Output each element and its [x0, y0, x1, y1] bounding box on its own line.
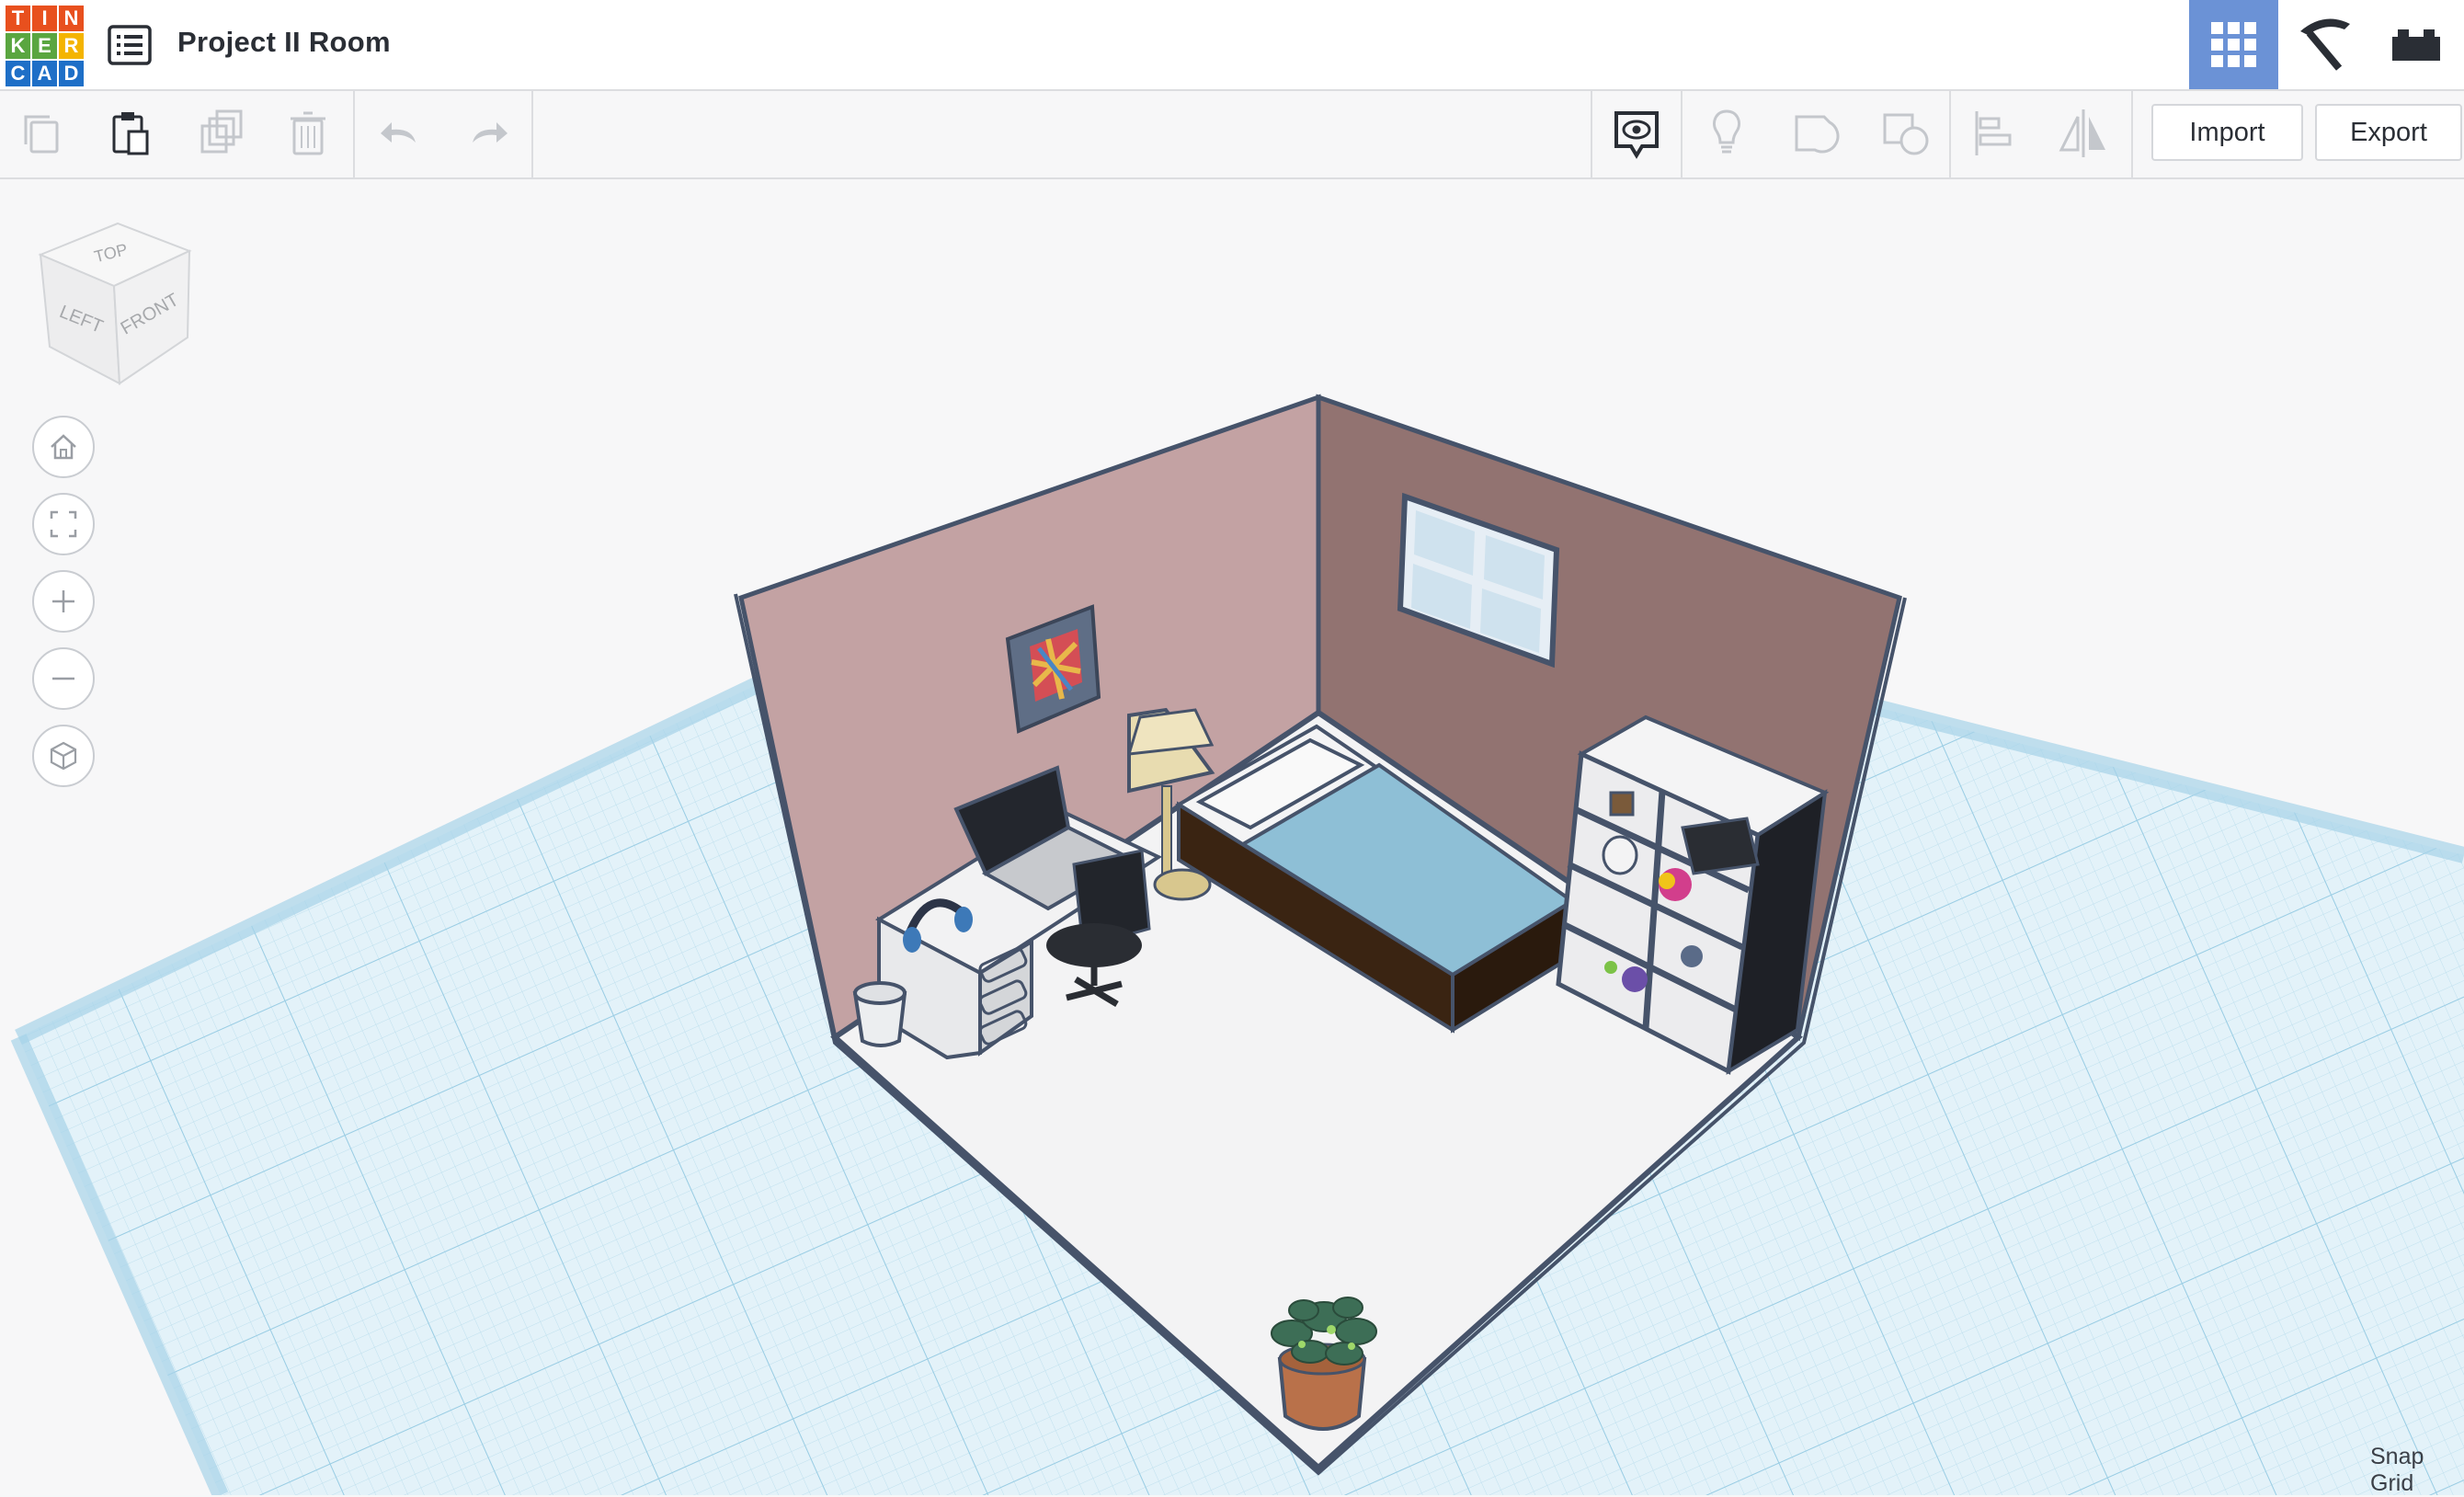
group-icon	[1795, 115, 1840, 154]
perspective-icon	[50, 741, 77, 771]
logo-letter: D	[59, 61, 84, 86]
edit-toolbar: Import Export	[0, 91, 2464, 179]
project-title[interactable]: Project II Room	[177, 26, 391, 59]
undo-button[interactable]	[371, 104, 430, 163]
logo-letter: N	[59, 6, 84, 31]
group-button[interactable]	[1787, 104, 1846, 163]
mirror-button[interactable]	[2054, 104, 2113, 163]
logo-letter: C	[6, 61, 30, 86]
zoom-out-icon	[52, 677, 74, 680]
notes-visibility-button[interactable]	[1607, 104, 1666, 163]
3d-design-grid-icon	[2211, 22, 2256, 67]
copy-button[interactable]	[15, 104, 74, 163]
undo-icon	[381, 122, 416, 143]
toolbar-separator	[2131, 91, 2133, 177]
delete-button[interactable]	[279, 104, 338, 163]
top-header: T I N K E R C A D Project II Room	[0, 0, 2464, 91]
align-icon	[1975, 111, 2012, 155]
tinkercad-logo[interactable]: T I N K E R C A D	[6, 6, 85, 86]
fit-all-icon	[50, 510, 77, 538]
toolbar-separator	[353, 91, 355, 177]
zoom-in-button[interactable]	[32, 570, 95, 633]
workplane-viewport[interactable]	[0, 179, 2464, 1495]
trash-can[interactable]	[852, 981, 907, 1047]
toolbar-separator	[531, 91, 533, 177]
zoom-out-button[interactable]	[32, 647, 95, 710]
copy-icon	[24, 115, 59, 154]
blocks-view-button[interactable]	[2280, 0, 2369, 89]
export-button[interactable]: Export	[2315, 104, 2462, 161]
lightbulb-icon	[1713, 109, 1740, 154]
redo-icon	[473, 122, 508, 143]
notes-eye-icon	[1614, 111, 1659, 159]
paste-button[interactable]	[101, 104, 160, 163]
snap-grid-label[interactable]: Snap Grid	[2370, 1444, 2464, 1497]
ungroup-icon	[1883, 113, 1929, 155]
logo-letter: T	[6, 6, 30, 31]
lighting-button[interactable]	[1697, 104, 1756, 163]
logo-letter: K	[6, 33, 30, 59]
pickaxe-icon	[2300, 18, 2350, 71]
bricks-icon	[2392, 29, 2440, 61]
logo-letter: I	[32, 6, 57, 31]
home-view-icon	[51, 434, 76, 460]
ungroup-button[interactable]	[1877, 104, 1936, 163]
logo-letter: R	[59, 33, 84, 59]
view-cube[interactable]: TOP LEFT FRONT	[31, 216, 197, 391]
3d-design-view-button[interactable]	[2189, 0, 2278, 89]
toolbar-separator	[1681, 91, 1683, 177]
logo-letter: A	[32, 61, 57, 86]
redo-button[interactable]	[458, 104, 517, 163]
logo-letter: E	[32, 33, 57, 59]
mirror-icon	[2059, 109, 2105, 157]
fit-all-button[interactable]	[32, 493, 95, 555]
design-list-button[interactable]	[107, 24, 153, 66]
duplicate-button[interactable]	[191, 104, 250, 163]
zoom-in-icon	[52, 590, 74, 612]
perspective-toggle-button[interactable]	[32, 725, 95, 787]
home-view-button[interactable]	[32, 416, 95, 478]
duplicate-icon	[200, 109, 243, 154]
toolbar-separator	[1591, 91, 1592, 177]
list-icon	[108, 25, 152, 65]
import-button[interactable]: Import	[2151, 104, 2303, 161]
delete-icon	[291, 111, 325, 155]
toolbar-separator	[1949, 91, 1951, 177]
align-button[interactable]	[1966, 104, 2025, 163]
bricks-view-button[interactable]	[2370, 0, 2459, 89]
paste-icon	[112, 112, 149, 155]
